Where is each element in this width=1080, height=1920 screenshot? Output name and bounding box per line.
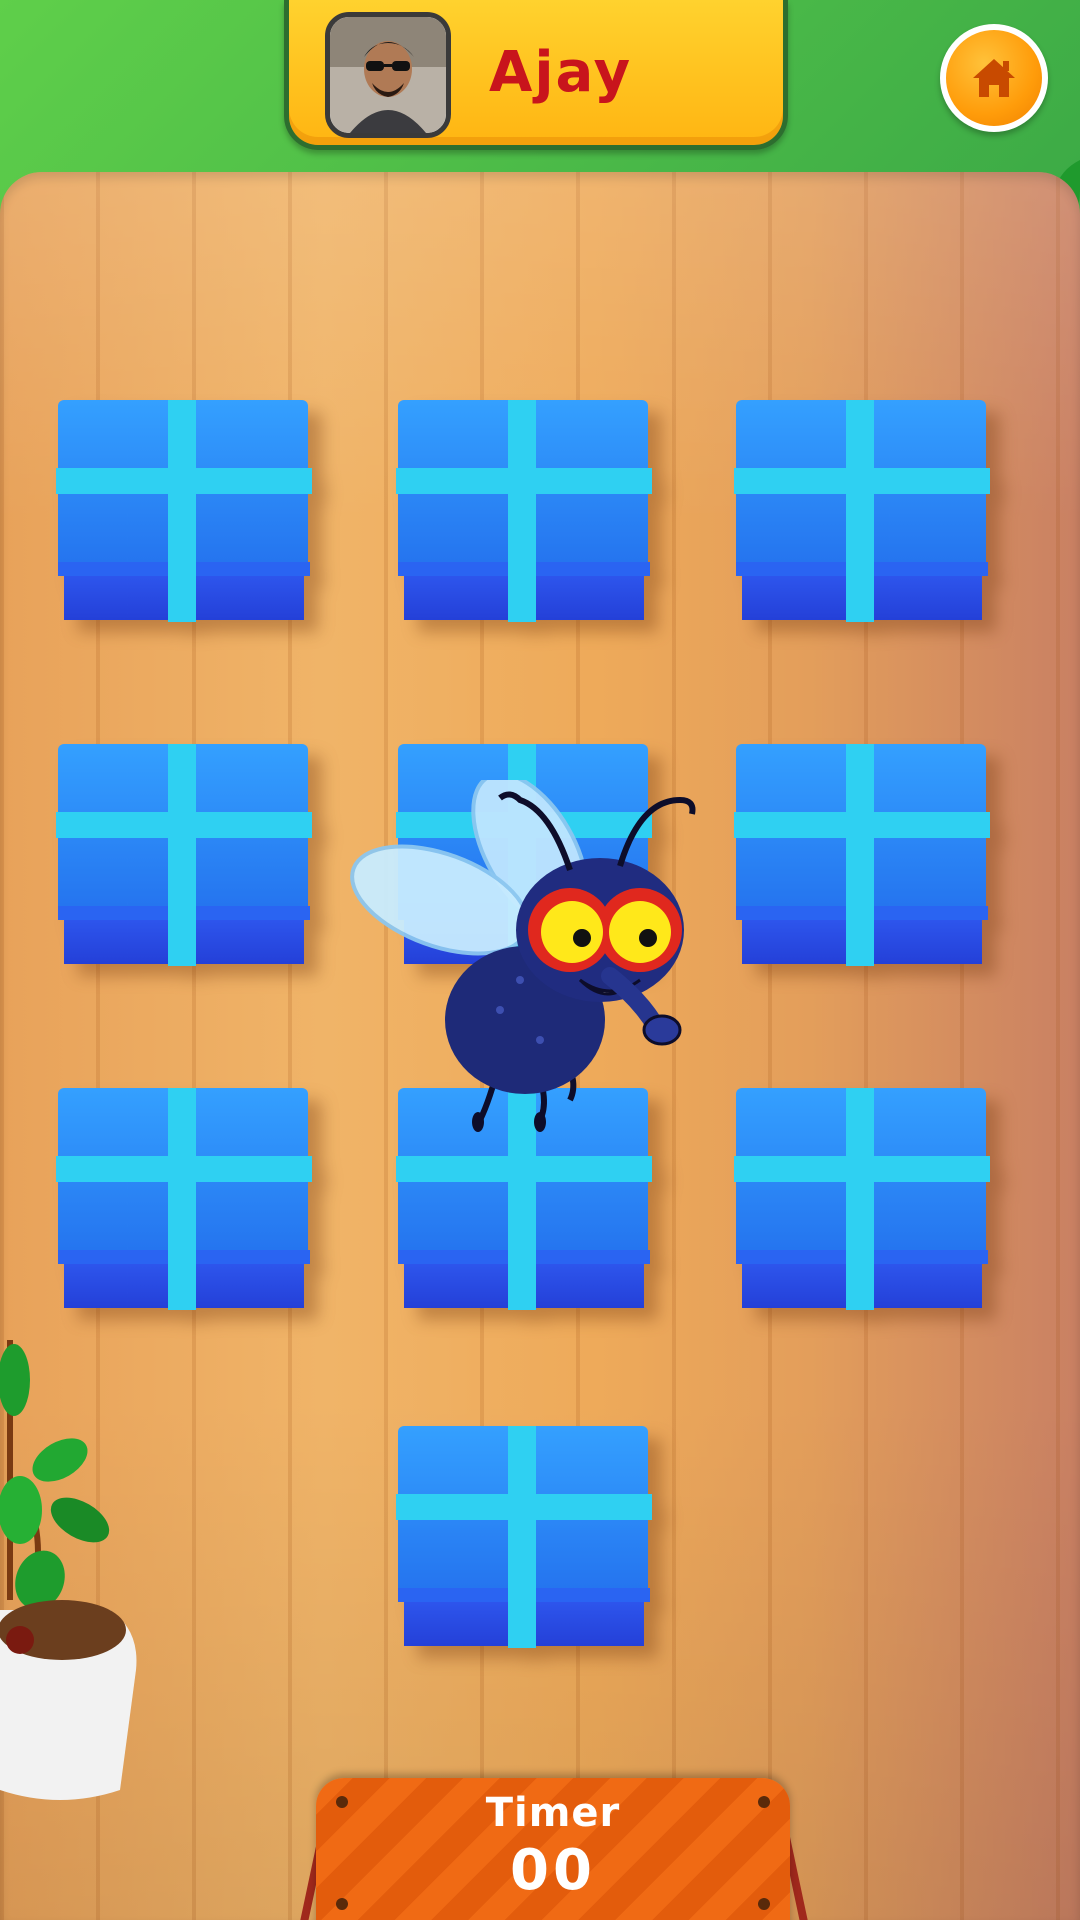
gift-box-7[interactable] — [56, 1088, 312, 1310]
player-name: Ajay — [489, 40, 633, 105]
gift-box-1[interactable] — [56, 400, 312, 622]
gift-box-4[interactable] — [56, 744, 312, 966]
avatar-icon — [330, 17, 446, 133]
home-icon — [973, 59, 1015, 97]
gift-box-3[interactable] — [734, 400, 990, 622]
gift-box-icon — [734, 744, 990, 966]
gift-box-2[interactable] — [396, 400, 652, 622]
gift-box-icon — [56, 744, 312, 966]
potted-plant-decoration — [0, 1340, 137, 1800]
gift-box-9[interactable] — [734, 1088, 990, 1310]
gift-box-icon — [396, 400, 652, 622]
gift-box-icon — [734, 1088, 990, 1310]
player-avatar[interactable] — [325, 12, 451, 138]
gift-box-icon — [734, 400, 990, 622]
gift-box-icon — [396, 1426, 652, 1648]
gift-box-6[interactable] — [734, 744, 990, 966]
timer-panel: Timer 00 — [316, 1778, 790, 1920]
fly-character[interactable] — [350, 780, 730, 1140]
home-button[interactable] — [940, 24, 1048, 132]
gift-box-10[interactable] — [396, 1426, 652, 1648]
timer-value: 00 — [510, 1838, 596, 1903]
game-screen: Ajay Timer 00 — [0, 0, 1080, 1920]
player-nameplate: Ajay — [284, 0, 788, 150]
gift-box-icon — [56, 1088, 312, 1310]
timer-label: Timer — [485, 1790, 621, 1836]
gift-box-icon — [56, 400, 312, 622]
